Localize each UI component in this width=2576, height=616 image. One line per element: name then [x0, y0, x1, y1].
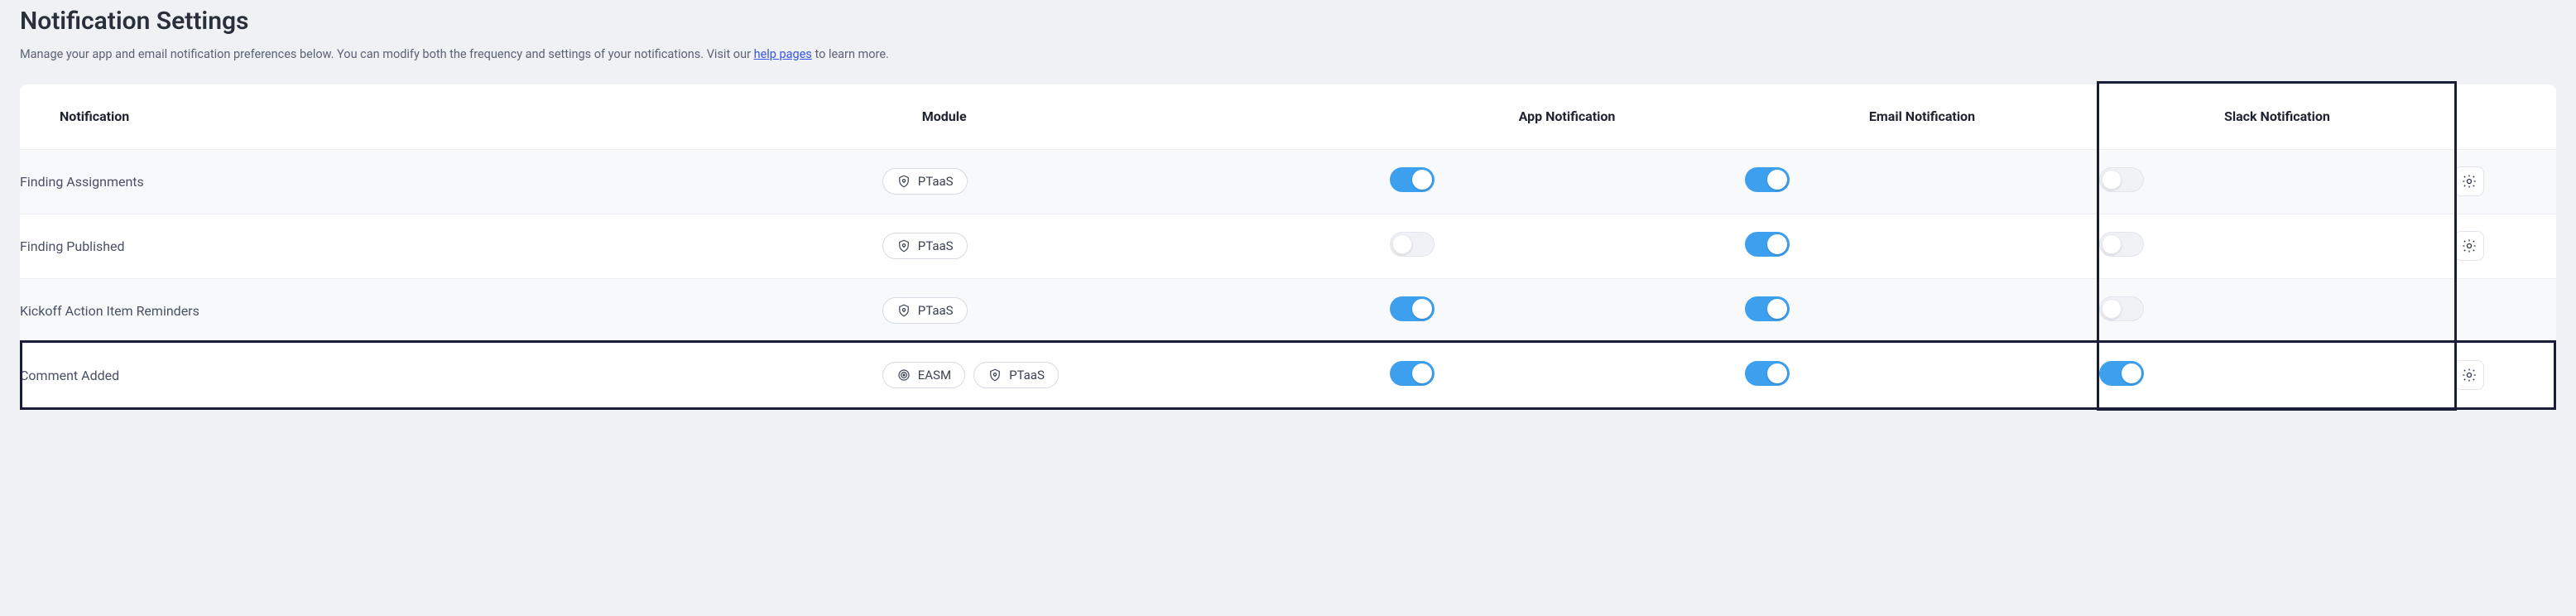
module-chip-ptaas: PTaaS [973, 362, 1059, 388]
gear-icon [2461, 238, 2477, 254]
col-header-notification: Notification [20, 84, 882, 149]
row-settings-button[interactable] [2454, 166, 2484, 196]
module-cell: EASM PTaaS [882, 343, 1390, 407]
actions-cell [2454, 278, 2556, 343]
module-chip-label: PTaaS [1009, 368, 1045, 383]
slack-toggle[interactable] [2099, 232, 2144, 257]
slack-toggle-cell [2099, 278, 2454, 343]
shield-icon [896, 303, 911, 318]
notification-name: Kickoff Action Item Reminders [20, 278, 882, 343]
module-chip-label: PTaaS [918, 238, 954, 253]
desc-after: to learn more. [812, 47, 889, 61]
app-toggle-cell [1390, 278, 1745, 343]
slack-toggle[interactable] [2099, 167, 2144, 192]
module-chip-ptaas: PTaaS [882, 297, 968, 324]
app-toggle[interactable] [1390, 232, 1435, 257]
row-settings-button[interactable] [2454, 231, 2484, 261]
email-toggle-cell [1745, 343, 2100, 407]
module-chip-easm: EASM [882, 362, 965, 388]
actions-cell [2454, 214, 2556, 278]
module-cell: PTaaS [882, 214, 1390, 278]
email-toggle-cell [1745, 149, 2100, 214]
slack-toggle-cell [2099, 343, 2454, 407]
gear-icon [2461, 367, 2477, 383]
notification-table: Notification Module App Notification Ema… [20, 84, 2556, 407]
page-description: Manage your app and email notification p… [20, 47, 2556, 61]
app-toggle[interactable] [1390, 296, 1435, 321]
col-header-actions [2454, 84, 2556, 149]
module-chip-ptaas: PTaaS [882, 168, 968, 195]
notification-name: Finding Assignments [20, 149, 882, 214]
col-header-module: Module [882, 84, 1390, 149]
actions-cell [2454, 149, 2556, 214]
module-cell: PTaaS [882, 149, 1390, 214]
actions-cell [2454, 343, 2556, 407]
email-toggle-cell [1745, 278, 2100, 343]
shield-icon [896, 238, 911, 253]
gear-icon [2461, 173, 2477, 190]
target-icon [896, 368, 911, 383]
col-header-slack: Slack Notification [2099, 84, 2454, 149]
email-toggle[interactable] [1745, 361, 1790, 386]
email-toggle[interactable] [1745, 167, 1790, 192]
col-header-email: Email Notification [1745, 84, 2100, 149]
email-toggle[interactable] [1745, 232, 1790, 257]
module-cell: PTaaS [882, 278, 1390, 343]
table-row: Finding Published PTaaS [20, 214, 2556, 278]
slack-toggle-cell [2099, 214, 2454, 278]
slack-toggle[interactable] [2099, 361, 2144, 386]
module-chip-label: EASM [918, 368, 951, 383]
slack-toggle-cell [2099, 149, 2454, 214]
table-row: Kickoff Action Item Reminders PTaaS [20, 278, 2556, 343]
email-toggle[interactable] [1745, 296, 1790, 321]
module-chip-ptaas: PTaaS [882, 233, 968, 259]
desc-before: Manage your app and email notification p… [20, 47, 754, 61]
page-title: Notification Settings [20, 7, 2556, 36]
help-pages-link[interactable]: help pages [754, 47, 812, 61]
table-row: Comment Added EASM PTaaS [20, 343, 2556, 407]
table-row: Finding Assignments PTaaS [20, 149, 2556, 214]
app-toggle-cell [1390, 214, 1745, 278]
app-toggle[interactable] [1390, 361, 1435, 386]
row-settings-button[interactable] [2454, 360, 2484, 390]
shield-icon [896, 174, 911, 189]
notification-settings-card: Notification Module App Notification Ema… [20, 84, 2556, 407]
module-chip-label: PTaaS [918, 303, 954, 318]
slack-toggle[interactable] [2099, 296, 2144, 321]
notification-name: Comment Added [20, 343, 882, 407]
module-chip-label: PTaaS [918, 174, 954, 189]
app-toggle[interactable] [1390, 167, 1435, 192]
app-toggle-cell [1390, 343, 1745, 407]
notification-name: Finding Published [20, 214, 882, 278]
shield-icon [988, 368, 1002, 383]
col-header-app: App Notification [1390, 84, 1745, 149]
email-toggle-cell [1745, 214, 2100, 278]
app-toggle-cell [1390, 149, 1745, 214]
